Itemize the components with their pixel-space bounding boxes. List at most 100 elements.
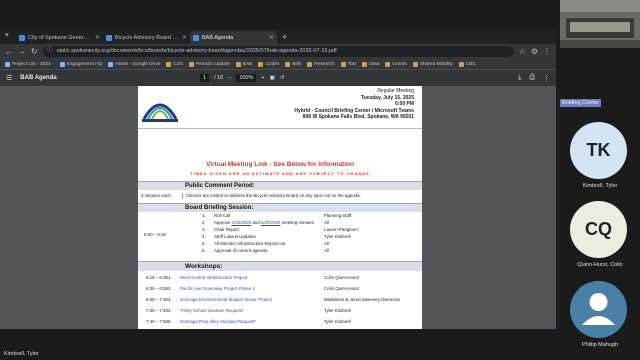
bookmark-5[interactable]: BAB	[235, 61, 253, 67]
workshop-presenter: Tyler Kimbrell	[324, 319, 351, 324]
briefing-item-number: 5.	[202, 241, 206, 246]
favicon-icon	[193, 34, 199, 41]
bookmark-2[interactable]: Home - Google Drive	[108, 61, 161, 67]
bookmark-label: Shared Mobility	[419, 61, 453, 67]
back-icon[interactable]: ←	[5, 47, 13, 56]
tab-1[interactable]: Bicycle Advisory Board - City o✕	[103, 31, 190, 44]
print-icon[interactable]: ⎙	[529, 74, 535, 82]
extensions-icon[interactable]: ⚙	[531, 47, 538, 56]
bookmark-label: Codes	[265, 61, 280, 67]
briefing-item-title: Approve 4/15/2025 and 5/20/2025 meeting …	[214, 220, 314, 226]
bookmark-label: CoS	[173, 61, 183, 67]
hamburger-icon[interactable]: ☰	[6, 74, 12, 82]
briefing-text: Staff Liaison Updates	[214, 234, 256, 239]
workshop-title-link[interactable]: Trinity School Vacation Request*	[180, 308, 244, 314]
fit-page-icon[interactable]: ▣	[270, 75, 275, 81]
bookmark-icon	[5, 61, 10, 67]
bookmark-label: Home - Google Drive	[115, 61, 161, 67]
tab-label: BAB Agenda	[202, 34, 234, 41]
workshop-number: 2.	[168, 286, 172, 291]
briefing-item-title: Staff Liaison Updates	[214, 234, 256, 240]
virtual-meeting-link[interactable]: Virtual Meeting Link - See Below for Inf…	[138, 161, 422, 168]
forward-icon[interactable]: →	[18, 47, 26, 56]
tab-0[interactable]: City of Spokane General Public✕	[16, 31, 103, 44]
pdf-actions: ⤓ ⎙ ⋮	[518, 70, 550, 86]
workshop-number: 4.	[168, 308, 172, 313]
close-icon[interactable]: ✕	[269, 34, 274, 41]
meeting-address: 808 W Spokane Falls Blvd, Spokane, WA 99…	[302, 114, 414, 120]
workshop-time: 6:35 – 6:55	[146, 286, 168, 291]
participant-name: Phillip Mahugh	[581, 342, 619, 348]
folder-icon	[362, 61, 368, 67]
bookmark-11[interactable]: Grants	[385, 61, 407, 67]
workshops-heading: Workshops:	[138, 261, 422, 271]
folder-icon	[340, 61, 346, 67]
bookmark-label: Data	[369, 61, 380, 67]
tab-label: Bicycle Advisory Board - City o	[115, 34, 179, 41]
public-comment-heading: Public Comment Period:	[138, 181, 422, 190]
workshop-number: 3.	[168, 297, 172, 302]
bookmark-6[interactable]: Codes	[258, 61, 280, 67]
participant-tile[interactable]: Phillip Mahugh	[560, 277, 640, 352]
tab-search-icon[interactable]: ▾	[5, 31, 9, 39]
briefing-item-presenter: All	[324, 220, 329, 225]
page-number-input[interactable]: 1	[200, 74, 210, 82]
bookmark-9[interactable]: ToD	[340, 61, 356, 67]
folder-icon	[258, 61, 264, 67]
reload-icon[interactable]: ↻	[31, 47, 38, 56]
briefing-time: 6:00 – 6:15	[144, 232, 166, 237]
minutes-link[interactable]: 5/20/2025	[261, 220, 281, 225]
workshop-number: 1.	[168, 275, 172, 280]
zoom-in-button[interactable]: +	[261, 75, 264, 81]
bookmark-7[interactable]: Bills	[285, 61, 301, 67]
room-label: Briefing Center	[560, 99, 601, 107]
teams-meeting-window: ▾ City of Spokane General Public✕ Bicycl…	[0, 0, 640, 360]
bookmark-3[interactable]: CoS	[166, 61, 183, 67]
bookmark-8[interactable]: Research	[307, 61, 335, 67]
bookmark-0[interactable]: Project List - 2024 -	[5, 61, 54, 67]
bookmark-1[interactable]: Engagement HQ	[59, 61, 102, 67]
briefing-text: Roll Call	[214, 213, 231, 218]
workshop-time: 6:15 – 6:35	[146, 275, 168, 280]
star-icon[interactable]: ☆	[519, 47, 526, 56]
zoom-out-button[interactable]: –	[228, 75, 231, 81]
url-field[interactable]: static.spokanecity.org/documents/bcs/boa…	[42, 46, 514, 57]
folder-icon	[307, 61, 313, 67]
rotate-icon[interactable]: ↺	[280, 75, 285, 81]
bookmark-icon	[59, 61, 65, 67]
bookmark-label: BAB	[242, 61, 253, 67]
menu-icon[interactable]: ⋮	[543, 47, 551, 56]
zoom-level-input[interactable]: 100%	[236, 74, 257, 82]
bookmark-12[interactable]: Shared Mobility	[412, 61, 453, 67]
folder-icon	[285, 61, 291, 67]
workshop-title-link[interactable]: Gonzaga Environmental Studies Senior Pro…	[180, 297, 272, 303]
presenter-name: Kimbrell, Tyler	[4, 351, 39, 357]
briefing-item-number: 6.	[202, 248, 206, 253]
workshop-time: 7:40 – 7:50	[146, 319, 168, 324]
minutes-link[interactable]: 4/15/2025	[232, 220, 252, 225]
workshop-title-link[interactable]: Pacific Ave Greenway Project Phase 2	[180, 286, 255, 292]
bookmark-4[interactable]: Periodic Update	[188, 61, 230, 67]
download-icon[interactable]: ⤓	[518, 74, 521, 82]
bookmark-icon	[108, 61, 114, 67]
workshop-title-link[interactable]: West Central Infrastructure Project	[180, 275, 247, 281]
pdf-viewer[interactable]: Regular Meeting Tuesday, July 15, 2025 6…	[0, 86, 556, 329]
tab-2[interactable]: BAB Agenda ✕	[190, 31, 277, 44]
top-black-area	[0, 0, 556, 29]
close-icon[interactable]: ✕	[182, 34, 187, 41]
avatar	[570, 281, 627, 338]
bookmark-13[interactable]: CBC	[458, 61, 476, 67]
participant-tile[interactable]: TK Kimbrell, Tyler	[560, 118, 640, 193]
more-icon[interactable]: ⋮	[543, 74, 550, 82]
workshop-title-link[interactable]: Gonzaga Prep Alley Vacation Request*	[180, 319, 256, 325]
person-icon	[582, 293, 615, 325]
briefing-item-title: Roll Call	[214, 213, 230, 219]
favicon-icon	[106, 34, 112, 41]
briefing-item-number: 2.	[202, 220, 206, 225]
bookmark-10[interactable]: Data	[362, 61, 380, 67]
participant-tile[interactable]: CQ Quinn-Hurst, Colin	[560, 197, 640, 272]
new-tab-button[interactable]: +	[277, 31, 292, 44]
folder-icon	[188, 61, 194, 67]
meeting-details: Regular Meeting Tuesday, July 15, 2025 6…	[294, 88, 414, 121]
close-icon[interactable]: ✕	[95, 34, 100, 41]
